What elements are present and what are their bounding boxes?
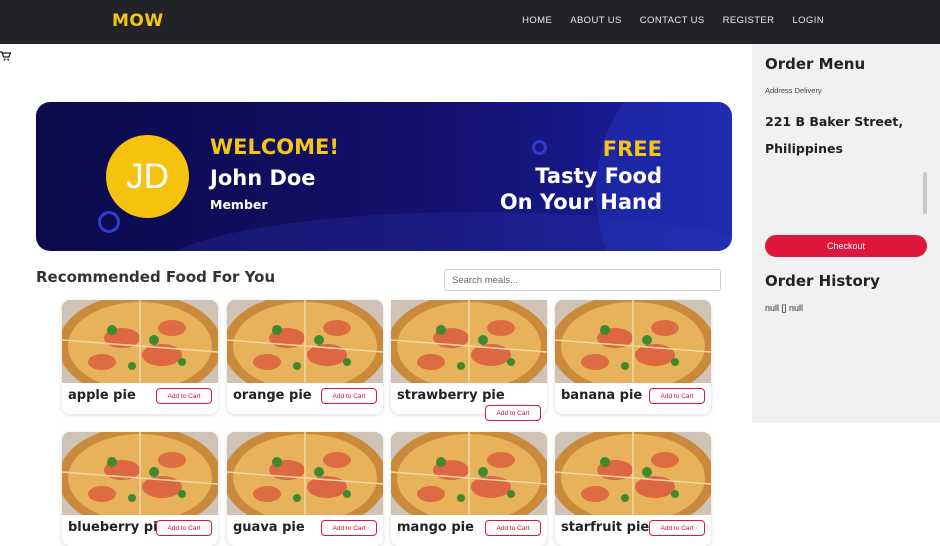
order-history-value: null [] null [765, 303, 804, 313]
add-to-cart-button[interactable]: Add to Cart [156, 520, 212, 536]
pizza-image [391, 300, 547, 383]
pizza-image [555, 432, 711, 515]
search-input[interactable] [444, 269, 721, 291]
food-name: orange pie [233, 388, 312, 403]
add-to-cart-button[interactable]: Add to Cart [649, 520, 705, 536]
add-to-cart-button[interactable]: Add to Cart [485, 405, 541, 421]
cart-icon[interactable] [0, 46, 12, 61]
nav-about-us[interactable]: ABOUT US [570, 15, 622, 26]
order-scrollbar[interactable] [923, 172, 927, 214]
food-name: starfruit pie [561, 520, 650, 535]
promo-line-2: Tasty Food [535, 164, 662, 188]
pizza-image [227, 432, 383, 515]
welcome-heading: WELCOME! [210, 135, 339, 159]
nav-contact-us[interactable]: CONTACT US [640, 15, 705, 26]
order-sidebar: Order Menu Address Delivery 221 B Baker … [752, 44, 940, 423]
user-role: Member [210, 197, 268, 212]
promo-tagline: Tasty Food On Your Hand [500, 163, 662, 215]
food-name: guava pie [233, 520, 305, 535]
order-menu-title: Order Menu [765, 55, 866, 73]
pizza-image [391, 432, 547, 515]
food-name: banana pie [561, 388, 643, 403]
main-nav: HOME ABOUT US CONTACT US REGISTER LOGIN [522, 15, 824, 26]
pizza-image [555, 300, 711, 383]
ring-decoration [532, 140, 547, 155]
add-to-cart-button[interactable]: Add to Cart [321, 388, 377, 404]
nav-home[interactable]: HOME [522, 15, 552, 26]
pizza-image [227, 300, 383, 383]
add-to-cart-button[interactable]: Add to Cart [649, 388, 705, 404]
food-image [227, 300, 383, 383]
promo-line-3: On Your Hand [499, 190, 662, 214]
promo-free: FREE [602, 137, 662, 161]
food-name: mango pie [397, 520, 474, 535]
recommended-title: Recommended Food For You [36, 268, 276, 286]
add-to-cart-button[interactable]: Add to Cart [485, 520, 541, 536]
food-card[interactable]: strawberry pie Add to Cart [391, 300, 547, 421]
food-card[interactable]: orange pie Add to Cart [227, 300, 383, 414]
user-avatar: JD [106, 135, 189, 218]
food-image [62, 432, 218, 515]
order-history-title: Order History [765, 272, 880, 290]
ring-decoration [98, 211, 120, 233]
food-image [227, 432, 383, 515]
nav-register[interactable]: REGISTER [723, 15, 775, 26]
welcome-banner: JD WELCOME! John Doe Member FREE Tasty F… [36, 102, 732, 251]
food-card[interactable]: banana pie Add to Cart [555, 300, 711, 414]
food-name: blueberry pie [68, 520, 167, 535]
add-to-cart-button[interactable]: Add to Cart [321, 520, 377, 536]
food-image [391, 432, 547, 515]
food-image [555, 432, 711, 515]
food-name: apple pie [68, 388, 136, 403]
top-navbar: MOW HOME ABOUT US CONTACT US REGISTER LO… [0, 0, 940, 44]
delivery-address: 221 B Baker Street, Philippines [765, 114, 904, 156]
food-image [62, 300, 218, 383]
food-name: strawberry pie [397, 388, 505, 403]
pizza-image [62, 300, 218, 383]
add-to-cart-button[interactable]: Add to Cart [156, 388, 212, 404]
address-label: Address Delivery [765, 86, 822, 95]
nav-login[interactable]: LOGIN [792, 15, 824, 26]
brand-logo[interactable]: MOW [112, 11, 164, 31]
food-card[interactable]: apple pie Add to Cart [62, 300, 218, 414]
food-image [391, 300, 547, 383]
food-image [555, 300, 711, 383]
pizza-image [62, 432, 218, 515]
user-name: John Doe [210, 166, 316, 190]
checkout-button[interactable]: Checkout [765, 235, 927, 257]
